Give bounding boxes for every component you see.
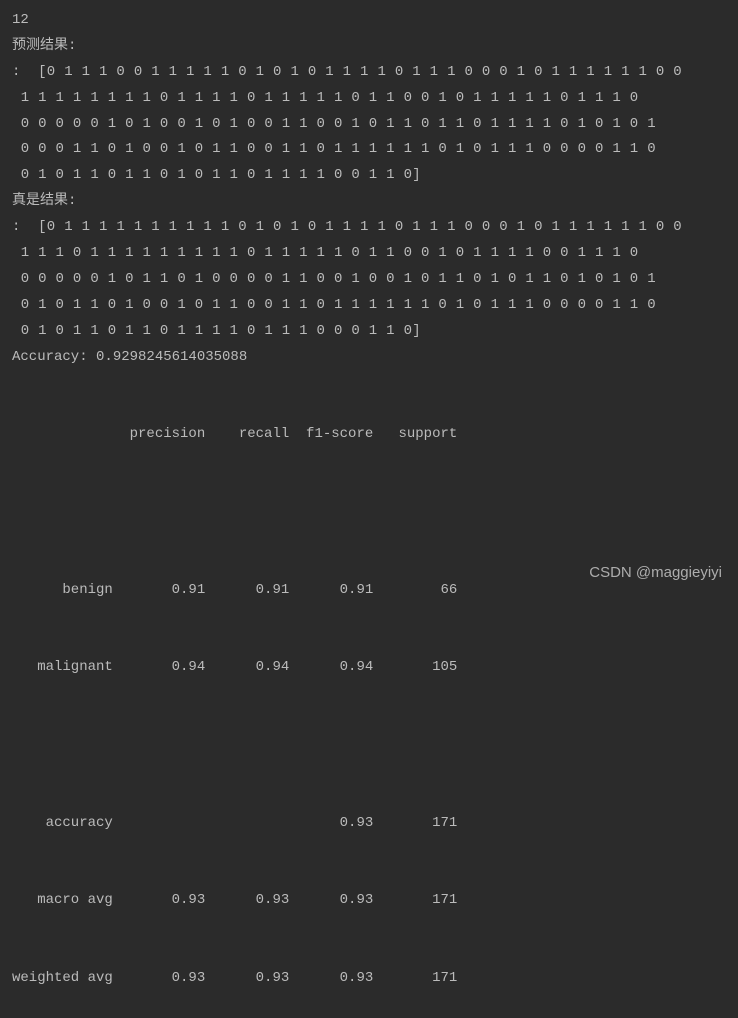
report-header: precision recall f1-score support: [12, 422, 726, 448]
accuracy-line: Accuracy: 0.9298245614035088: [12, 345, 726, 371]
report-row-macro: macro avg 0.93 0.93 0.93 171: [12, 888, 726, 914]
true-array: : [0 1 1 1 1 1 1 1 1 1 1 0 1 0 1 0 1 1 1…: [12, 215, 726, 344]
report-row-weighted: weighted avg 0.93 0.93 0.93 171: [12, 966, 726, 992]
report-spacer: [12, 500, 726, 526]
report-row-accuracy: accuracy 0.93 171: [12, 811, 726, 837]
classification-report: precision recall f1-score support benign…: [12, 370, 726, 1017]
watermark: CSDN @maggieyiyi: [589, 559, 722, 587]
report-row-malignant: malignant 0.94 0.94 0.94 105: [12, 655, 726, 681]
report-spacer: [12, 733, 726, 759]
predicted-array: : [0 1 1 1 0 0 1 1 1 1 1 0 1 0 1 0 1 1 1…: [12, 60, 726, 189]
iteration-number: 12: [12, 8, 726, 34]
true-label: 真是结果:: [12, 189, 726, 215]
predicted-label: 预测结果:: [12, 34, 726, 60]
